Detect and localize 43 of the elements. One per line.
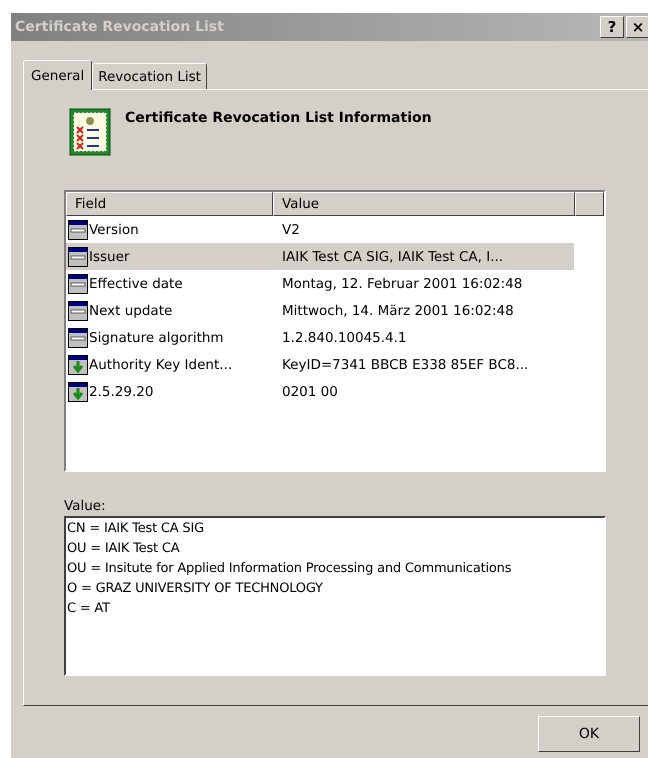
window-icon [68, 300, 88, 320]
window-title: Certificate Revocation List [15, 19, 224, 35]
tab[interactable]: General [23, 60, 92, 90]
field-name: Authority Key Ident... [89, 356, 232, 372]
close-button[interactable]: × [626, 16, 648, 38]
field-name: Effective date [89, 276, 183, 292]
value-label: Value: [64, 498, 107, 514]
list-row[interactable]: Signature algorithm 1.2.840.10045.4.1 [66, 324, 604, 351]
column-header[interactable]: Field [66, 192, 273, 216]
list-row[interactable]: Effective date Montag, 12. Februar 2001 16:02:48 [66, 270, 604, 297]
field-value: KeyID=7341 BBCB E338 85EF BC8... [282, 356, 528, 372]
list-row[interactable]: Issuer IAIK Test CA SIG, IAIK Test CA, I... [66, 243, 574, 270]
field-name: Next update [89, 302, 172, 318]
field-name: Version [89, 222, 139, 238]
tab[interactable]: Revocation List [92, 63, 207, 89]
field-value: V2 [282, 222, 300, 238]
field-value: Mittwoch, 14. März 2001 16:02:48 [282, 302, 514, 318]
value-line: CN = IAIK Test CA SIG [67, 520, 205, 538]
field-value: 1.2.840.10045.4.1 [282, 330, 407, 346]
section-heading: Certificate Revocation List Information [125, 109, 432, 126]
field-name: 2.5.29.20 [89, 384, 154, 400]
list-row[interactable]: Authority Key Ident... KeyID=7341 BBCB E338 85EF BC8... [66, 351, 604, 378]
window-icon [68, 220, 88, 240]
value-text-area[interactable]: CN = IAIK Test CA SIG OU = IAIK Test CA OU = Insitute for Applied Information Processing and Communications O = GRAZ UNIVERSITY OF TECHNOLOGY C = AT [64, 516, 606, 676]
window-icon [68, 246, 88, 266]
value-line: C = AT [67, 600, 112, 618]
certificate-list-icon [69, 108, 111, 156]
column-header[interactable]: Value [273, 192, 575, 216]
value-line: O = GRAZ UNIVERSITY OF TECHNOLOGY [67, 580, 324, 598]
window-icon [68, 328, 88, 348]
list-row[interactable]: 2.5.29.20 0201 00 [66, 378, 604, 405]
value-line: OU = Insitute for Applied Information Processing and Communications [67, 560, 512, 578]
value-line: OU = IAIK Test CA [67, 540, 180, 558]
help-button[interactable]: ? [600, 16, 624, 38]
list-row[interactable]: Next update Mittwoch, 14. März 2001 16:02:48 [66, 297, 604, 324]
field-name: Issuer [89, 248, 130, 264]
field-value: IAIK Test CA SIG, IAIK Test CA, I... [282, 248, 504, 264]
field-value: 0201 00 [282, 384, 338, 400]
field-name: Signature algorithm [89, 330, 224, 346]
ok-button[interactable]: OK [538, 716, 640, 752]
list-row[interactable]: Version V2 [66, 216, 604, 243]
window-icon [68, 274, 88, 294]
field-value: Montag, 12. Februar 2001 16:02:48 [282, 276, 522, 292]
